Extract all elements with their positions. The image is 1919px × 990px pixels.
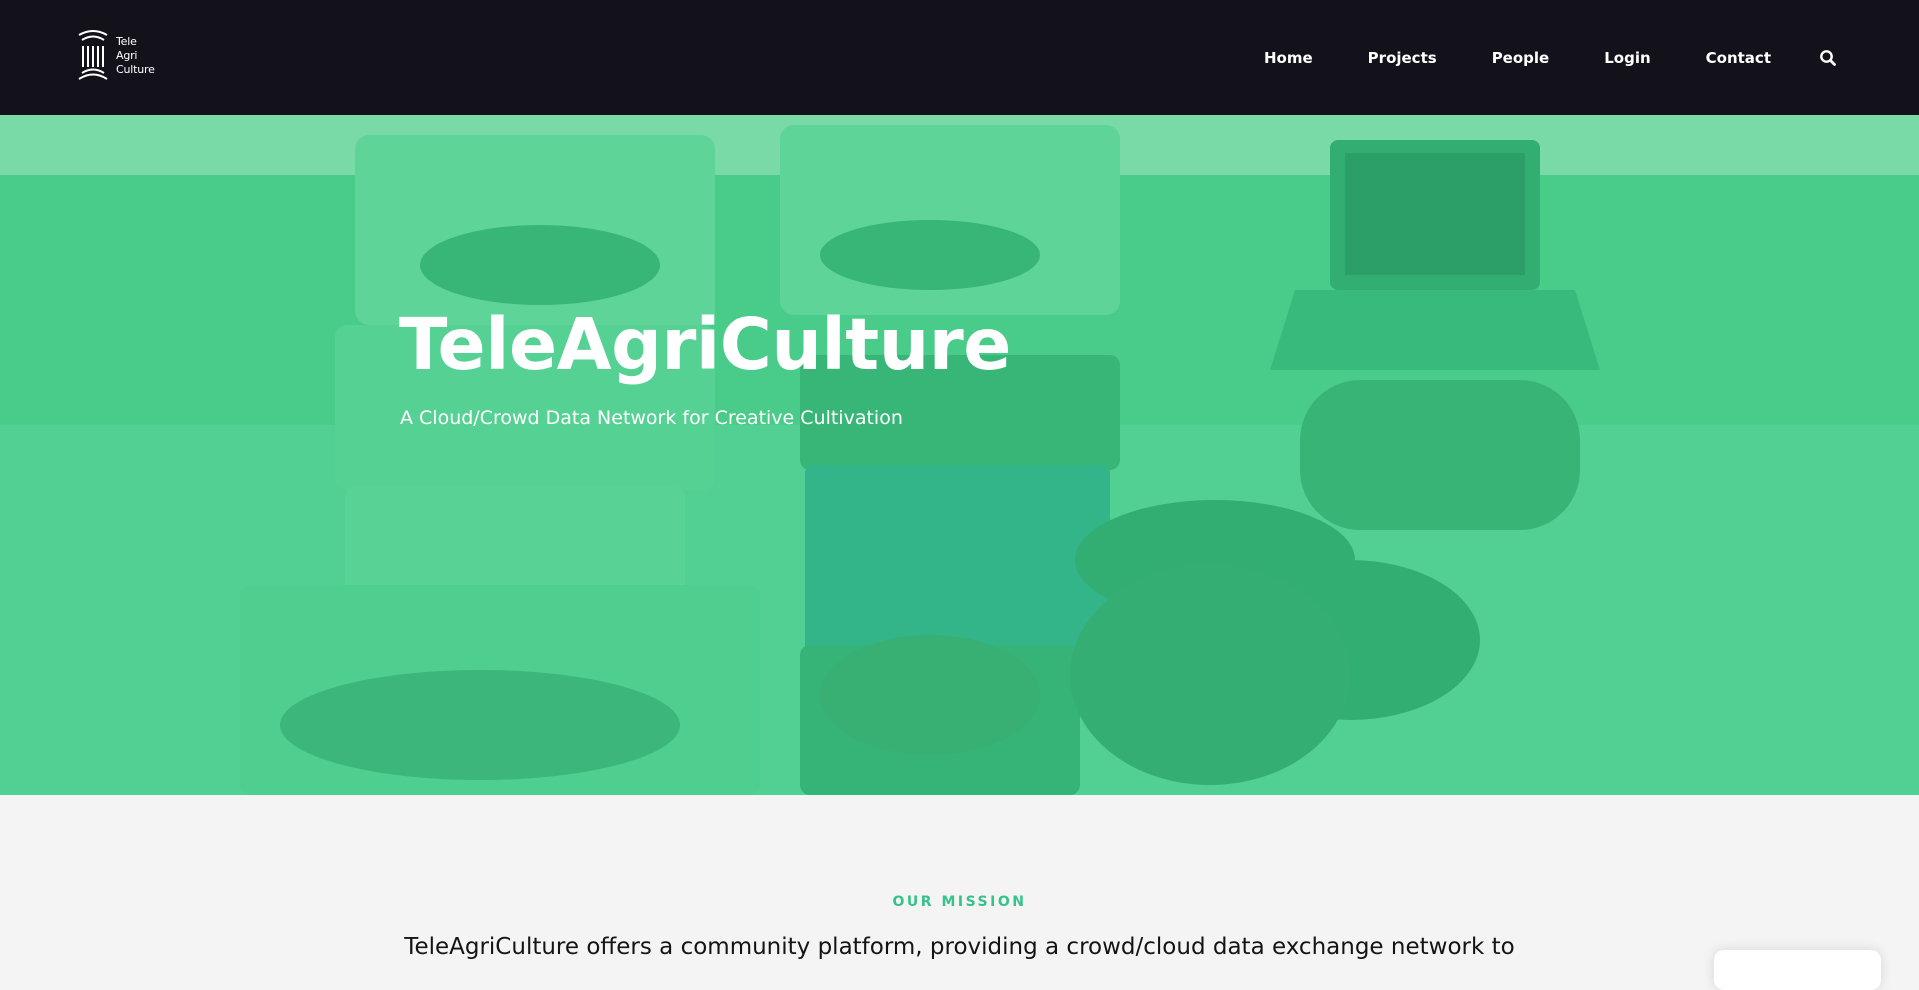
- chat-widget[interactable]: [1714, 950, 1881, 990]
- hero-overlay: [0, 115, 1919, 795]
- site-header: Tele Agri Culture Home Projects People L…: [0, 0, 1919, 115]
- hero-title: TeleAgriCulture: [399, 303, 1011, 386]
- site-logo[interactable]: Tele Agri Culture: [76, 28, 166, 84]
- hero-banner: TeleAgriCulture A Cloud/Crowd Data Netwo…: [0, 115, 1919, 795]
- hero-subtitle: A Cloud/Crowd Data Network for Creative …: [400, 407, 903, 429]
- logo-wordmark: Tele Agri Culture: [116, 35, 155, 77]
- logo-line: Tele: [116, 35, 137, 48]
- logo-line: Agri: [116, 49, 138, 62]
- nav-projects[interactable]: Projects: [1368, 49, 1437, 67]
- mission-text: TeleAgriCulture offers a community platf…: [404, 934, 1515, 960]
- search-icon: [1820, 49, 1836, 66]
- logo-mark-icon: [78, 30, 108, 80]
- nav-contact[interactable]: Contact: [1706, 49, 1771, 67]
- nav-people[interactable]: People: [1492, 49, 1550, 67]
- main-nav: Home Projects People Login Contact: [1264, 0, 1837, 115]
- logo-line: Culture: [116, 63, 155, 76]
- search-button[interactable]: [1819, 49, 1837, 67]
- nav-home[interactable]: Home: [1264, 49, 1313, 67]
- mission-label: OUR MISSION: [892, 894, 1027, 910]
- nav-login[interactable]: Login: [1604, 49, 1650, 67]
